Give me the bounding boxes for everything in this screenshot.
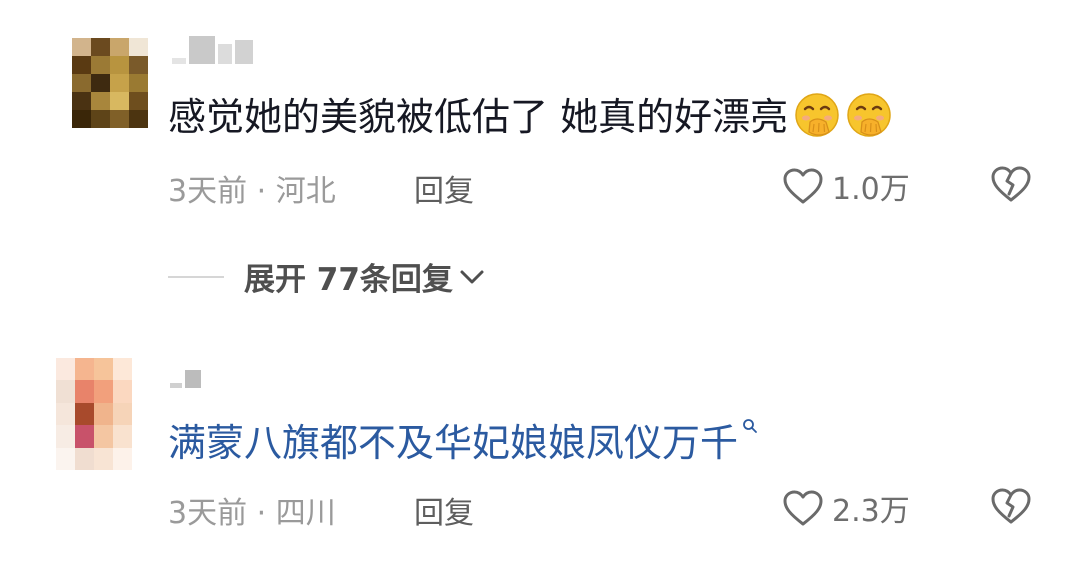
comment-text: 感觉她的美貌被低估了 她真的好漂亮 [168,92,892,141]
comment-time: 3天前 [168,174,248,209]
chevron-down-icon [460,270,484,283]
meta-separator: · [256,496,267,531]
broken-heart-icon[interactable] [990,164,1032,204]
heart-outline-icon [783,490,823,526]
reply-button[interactable]: 回复 [414,166,474,210]
avatar[interactable] [56,358,132,470]
comment-time: 3天前 [168,496,248,531]
comment-text-body: 满蒙八旗都不及华妃娘娘凤仪万千 [168,421,739,465]
divider [168,275,224,278]
comment-text[interactable]: 满蒙八旗都不及华妃娘娘凤仪万千 [168,418,758,467]
expand-replies-label: 展开 77条回复 [244,262,453,298]
comment-meta: 3天前 · 四川 [168,488,336,532]
comment-location: 河北 [275,174,336,209]
comment-location: 四川 [275,496,336,531]
reply-button[interactable]: 回复 [414,488,474,532]
blush-hand-over-mouth-emoji [847,93,891,137]
comment-meta: 3天前 · 河北 [168,166,336,210]
meta-separator: · [256,174,267,209]
comment-item: 满蒙八旗都不及华妃娘娘凤仪万千 3天前 · 四川 回复 2.3万 [0,340,1080,570]
comment-item: 感觉她的美貌被低估了 她真的好漂亮 3天前 · 河北 回复 1.0万 [0,0,1080,250]
like-count: 2.3万 [832,494,910,529]
like-button[interactable]: 2.3万 [782,486,910,530]
heart-outline-icon [783,168,823,204]
like-button[interactable]: 1.0万 [782,164,910,208]
broken-heart-icon[interactable] [990,486,1032,526]
comment-text-body: 感觉她的美貌被低估了 她真的好漂亮 [168,95,789,139]
search-icon [743,419,757,433]
blush-hand-over-mouth-emoji [795,93,839,137]
like-count: 1.0万 [832,172,910,207]
username-blurred[interactable] [172,36,253,64]
username-blurred[interactable] [170,370,201,388]
expand-replies-button[interactable]: 展开 77条回复 [168,254,485,299]
avatar[interactable] [72,38,148,128]
